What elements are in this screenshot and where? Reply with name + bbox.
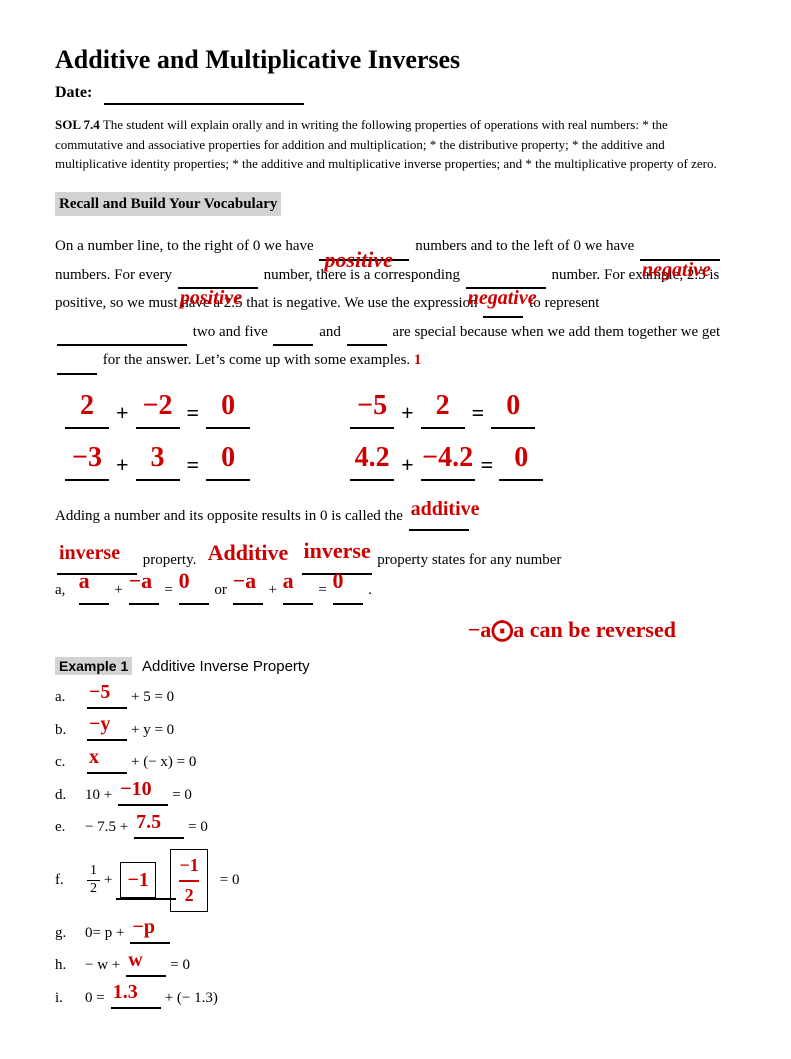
example-row-c: c. x + (− x) = 0 xyxy=(55,751,736,774)
example1-list: a. −5 + 5 = 0 b. −y + y = 0 c. x + (− x)… xyxy=(55,686,736,1009)
example-eq-3: −5 + 2 = 0 xyxy=(350,385,543,429)
hw-additive1: additive xyxy=(411,489,480,529)
example-row-d: d. 10 + −10 = 0 xyxy=(55,784,736,807)
example1-header: Example 1 Additive Inverse Property xyxy=(55,656,736,679)
sol-block: SOL 7.4 The student will explain orally … xyxy=(55,115,736,174)
example-row-e: e. − 7.5 + 7.5 = 0 xyxy=(55,816,736,839)
example-row-h: h. − w + w = 0 xyxy=(55,954,736,977)
blank3 xyxy=(273,344,313,346)
example-row-a: a. −5 + 5 = 0 xyxy=(55,686,736,709)
example-row-g: g. 0= p + −p xyxy=(55,922,736,945)
hw-a2: a xyxy=(283,559,294,603)
hw-zero1: 0 xyxy=(179,559,190,603)
date-line: Date: xyxy=(55,81,736,105)
example-row-b: b. −y + y = 0 xyxy=(55,719,736,742)
example-row-f: f. 1 2 + −1 −1 2 = 0 xyxy=(55,849,736,912)
hw-nega1: −a xyxy=(129,559,153,603)
hw-negative1: negative xyxy=(642,251,711,289)
additive-paragraph: Adding a number and its opposite results… xyxy=(55,501,736,605)
examples-block: 2 + −2 = 0 −3 + 3 = 0 xyxy=(65,385,736,481)
blank2 xyxy=(57,344,187,346)
hw-negative2: negative xyxy=(468,279,537,317)
date-underline xyxy=(104,103,304,105)
hw-zero2: 0 xyxy=(333,559,344,603)
note-red: −a⨀a can be reversed xyxy=(55,613,736,646)
blank5 xyxy=(57,373,97,375)
blank4 xyxy=(347,344,387,346)
page-title: Additive and Multiplicative Inverses xyxy=(55,40,736,79)
vocab-header: Recall and Build Your Vocabulary xyxy=(55,192,281,217)
hw-nega2: −a xyxy=(233,559,257,603)
hw-positive1: positive xyxy=(324,239,392,281)
example-row-i: i. 0 = 1.3 + (− 1.3) xyxy=(55,987,736,1010)
example-eq-1: 2 + −2 = 0 xyxy=(65,385,250,429)
example-eq-4: 4.2 + −4.2 = 0 xyxy=(350,437,543,481)
hw-a1: a xyxy=(79,559,90,603)
body-paragraph-1: On a number line, to the right of 0 we h… xyxy=(55,232,736,375)
hw-positive2: positive xyxy=(180,279,242,317)
example-eq-2: −3 + 3 = 0 xyxy=(65,437,250,481)
examples-right: −5 + 2 = 0 4.2 + −4.2 = 0 xyxy=(350,385,543,481)
examples-left: 2 + −2 = 0 −3 + 3 = 0 xyxy=(65,385,250,481)
fraction-half: 1 2 xyxy=(87,863,100,898)
